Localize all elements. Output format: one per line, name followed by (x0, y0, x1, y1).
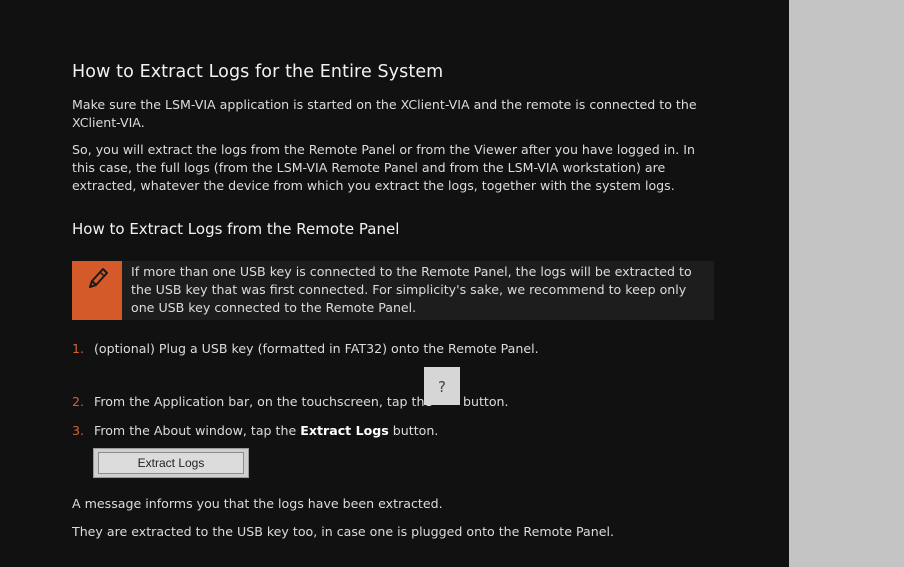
section-title-entire-system: How to Extract Logs for the Entire Syste… (72, 62, 444, 82)
help-button-image: ? (424, 367, 460, 405)
extract-logs-button-image: Extract Logs (93, 448, 249, 478)
extract-logs-label: Extract Logs (98, 452, 244, 474)
paragraph-prerequisite: Make sure the LSM-VIA application is sta… (72, 97, 697, 130)
pencil-icon (72, 261, 122, 320)
paragraph-message: A message informs you that the logs have… (72, 496, 443, 511)
note-box: If more than one USB key is connected to… (72, 261, 714, 320)
document-content: How to Extract Logs for the Entire Syste… (0, 0, 789, 567)
step-text-before: From the About window, tap the (94, 423, 297, 438)
paragraph-explanation: So, you will extract the logs from the R… (72, 142, 695, 193)
section-title-remote-panel: How to Extract Logs from the Remote Pane… (72, 220, 400, 238)
step-text: (optional) Plug a USB key (formatted in … (94, 341, 539, 356)
step-bold: Extract Logs (300, 423, 389, 438)
paragraph-usb: They are extracted to the USB key too, i… (72, 524, 614, 539)
step-text-before: From the Application bar, on the touchsc… (94, 394, 433, 409)
step-number: 1. (72, 341, 85, 356)
step-2-after: button. (463, 393, 509, 411)
note-text: If more than one USB key is connected to… (131, 264, 692, 315)
step-text-after: button. (463, 394, 509, 409)
step-text-after: button. (392, 423, 439, 438)
side-pane (789, 0, 904, 567)
step-2: 2. From the Application bar, on the touch… (72, 393, 432, 411)
step-number: 2. (72, 394, 85, 409)
step-1: 1. (optional) Plug a USB key (formatted i… (72, 340, 539, 358)
step-3: 3. From the About window, tap the Extract… (72, 422, 438, 440)
step-number: 3. (72, 423, 85, 438)
